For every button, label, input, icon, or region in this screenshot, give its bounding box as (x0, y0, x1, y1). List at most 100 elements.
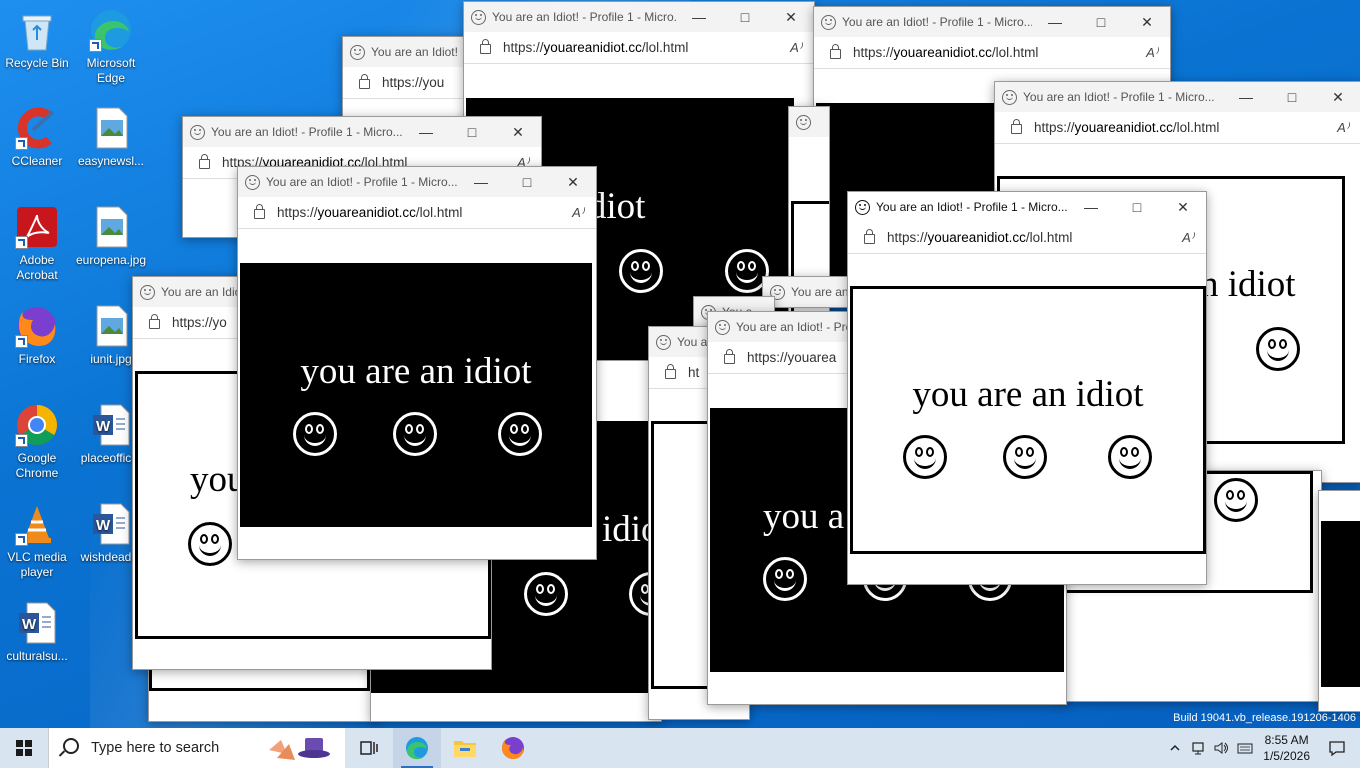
smiley-face-icon (1214, 478, 1258, 522)
desktop-icon-firefox[interactable]: Firefox (0, 304, 74, 367)
taskbar-firefox-button[interactable] (489, 728, 537, 768)
minimize-button[interactable]: — (1068, 192, 1114, 222)
desktop-icon-culturalsu[interactable]: W culturalsu... (0, 601, 74, 664)
address-bar[interactable]: https://youareanidiot.cc/lol.html A⁾ (814, 37, 1170, 69)
title-bar[interactable] (789, 107, 829, 137)
windows-logo-icon (16, 740, 32, 756)
taskbar-file-explorer-button[interactable] (441, 728, 489, 768)
browser-window[interactable] (1318, 490, 1360, 712)
minimize-button[interactable]: — (1223, 82, 1269, 112)
title-bar[interactable]: You are an Idiot! - Profile 1 - Micro...… (995, 82, 1360, 112)
title-bar[interactable]: You are an Idiot! - Profile 1 - Micro...… (814, 7, 1170, 37)
desktop-icon-google-chrome[interactable]: Google Chrome (0, 403, 74, 481)
close-button[interactable]: ✕ (1315, 82, 1360, 112)
minimize-button[interactable]: — (676, 2, 722, 32)
window-title: You are an (791, 285, 849, 299)
close-button[interactable]: ✕ (768, 2, 814, 32)
address-bar[interactable]: https://youareanidiot.cc/lol.html A⁾ (848, 222, 1206, 254)
maximize-button[interactable]: □ (1078, 7, 1124, 37)
maximize-button[interactable]: □ (1114, 192, 1160, 222)
close-button[interactable]: ✕ (1124, 7, 1170, 37)
search-placeholder: Type here to search (91, 740, 220, 756)
clock-time: 8:55 AM (1264, 733, 1309, 747)
desktop-icon-easynewsl[interactable]: easynewsl... (74, 106, 148, 169)
smiley-face-icon (903, 435, 947, 479)
url-path: /lol.html (991, 45, 1039, 60)
notification-icon[interactable] (1328, 740, 1346, 756)
taskbar-search[interactable]: Type here to search (48, 728, 345, 768)
network-icon[interactable] (1191, 741, 1205, 755)
title-bar[interactable]: You are an Idiot! - Profile 1 - Micro...… (464, 2, 814, 32)
lock-icon (480, 39, 491, 54)
smiley-face-icon (1256, 327, 1300, 371)
svg-text:W: W (96, 418, 111, 435)
maximize-button[interactable]: □ (504, 167, 550, 197)
desktop-icon-europena[interactable]: europena.jpg (74, 205, 148, 268)
smiley-favicon-icon (796, 114, 811, 130)
desktop: Recycle Bin Microsoft Edge CCleaner easy… (0, 0, 1360, 728)
word-doc-icon: W (89, 502, 133, 546)
window-title: You are an Idiot! - Profile 1 - Micro... (1023, 90, 1215, 104)
desktop-icon-adobe-acrobat[interactable]: Adobe Acrobat (0, 205, 74, 283)
read-aloud-icon[interactable]: A⁾ (1337, 120, 1349, 136)
minimize-button[interactable]: — (458, 167, 504, 197)
minimize-button[interactable]: — (1032, 7, 1078, 37)
taskbar-edge-button[interactable] (393, 728, 441, 768)
smiley-face-icon (188, 522, 232, 566)
file-explorer-icon (454, 741, 476, 757)
browser-window[interactable]: You are an (762, 276, 854, 308)
maximize-button[interactable]: □ (722, 2, 768, 32)
address-bar[interactable]: https://youareanidiot.cc/lol.html A⁾ (464, 32, 814, 64)
edge-icon (89, 8, 133, 52)
start-button[interactable] (0, 728, 48, 768)
chevron-up-icon[interactable] (1169, 742, 1181, 754)
desktop-icon-ccleaner[interactable]: CCleaner (0, 106, 74, 169)
desktop-icon-label: Adobe Acrobat (16, 253, 58, 282)
smiley-favicon-icon (245, 174, 260, 190)
keyboard-icon[interactable] (1237, 741, 1253, 755)
read-aloud-icon[interactable]: A⁾ (1182, 230, 1194, 246)
search-icon (63, 738, 79, 754)
volume-icon[interactable] (1213, 741, 1229, 755)
read-aloud-icon[interactable]: A⁾ (572, 205, 584, 221)
lock-icon (149, 314, 160, 329)
desktop-icon-recycle-bin[interactable]: Recycle Bin (0, 8, 74, 71)
smiley-favicon-icon (140, 284, 155, 300)
url-scheme: https:// (277, 205, 318, 220)
read-aloud-icon[interactable]: A⁾ (790, 40, 802, 56)
url-text: https://youareanidiot.cc/lol.html (887, 230, 1182, 245)
shortcut-arrow-icon (15, 533, 28, 546)
title-bar[interactable]: You are an Idiot! - Profile 1 - Micro...… (848, 192, 1206, 222)
task-view-button[interactable] (345, 728, 393, 768)
url-domain: youareanidiot.cc (927, 230, 1026, 245)
title-bar[interactable]: You are an Idiot! - Profile 1 - Micro...… (183, 117, 541, 147)
smiley-favicon-icon (190, 124, 205, 140)
window-title: You are an Idiot! - Profile 1 - Micro... (266, 175, 458, 189)
desktop-icon-vlc[interactable]: VLC media player (0, 502, 74, 580)
browser-window-active[interactable]: You are an Idiot! - Profile 1 - Micro...… (847, 191, 1207, 585)
idiot-message: you are an idiot (912, 374, 1144, 415)
svg-text:W: W (96, 517, 111, 534)
title-bar[interactable]: You are an Idiot! - Profile 1 - Micro...… (238, 167, 596, 197)
close-button[interactable]: ✕ (550, 167, 596, 197)
close-button[interactable]: ✕ (1160, 192, 1206, 222)
address-bar[interactable]: https://youareanidiot.cc/lol.html A⁾ (995, 112, 1360, 144)
address-bar[interactable]: https://youareanidiot.cc/lol.html A⁾ (238, 197, 596, 229)
read-aloud-icon[interactable]: A⁾ (1146, 45, 1158, 61)
desktop-icon-label: europena.jpg (75, 253, 147, 267)
maximize-button[interactable]: □ (449, 117, 495, 147)
smiley-face-icon (1003, 435, 1047, 479)
maximize-button[interactable]: □ (1269, 82, 1315, 112)
url-text: https://youareanidiot.cc/lol.html (1034, 120, 1337, 135)
browser-window[interactable]: You are an Idiot! - Profile 1 - Micro...… (237, 166, 597, 560)
clock[interactable]: 8:55 AM 1/5/2026 (1263, 732, 1310, 764)
task-view-icon (360, 741, 378, 755)
minimize-button[interactable]: — (403, 117, 449, 147)
desktop-icon-microsoft-edge[interactable]: Microsoft Edge (74, 8, 148, 86)
smiley-favicon-icon (471, 9, 486, 25)
smiley-face-icon (1108, 435, 1152, 479)
shortcut-arrow-icon (89, 39, 102, 52)
idiot-message: n idiot (1200, 264, 1296, 305)
close-button[interactable]: ✕ (495, 117, 541, 147)
title-bar[interactable]: You are an (763, 277, 853, 307)
